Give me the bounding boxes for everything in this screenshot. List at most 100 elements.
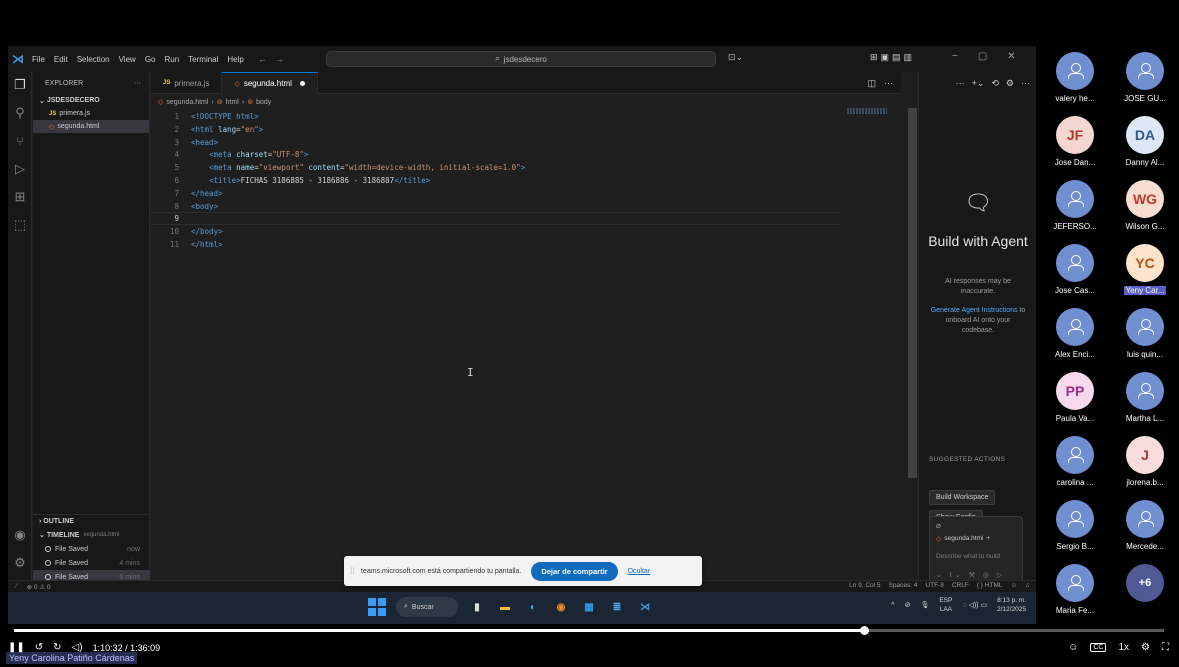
stop-sharing-button[interactable]: Dejar de compartir (531, 561, 618, 581)
code-line[interactable]: 7 </head> (151, 187, 841, 200)
participant-tile[interactable]: Jose Cas... (1042, 238, 1108, 304)
more-participants-button[interactable]: +6 (1126, 564, 1164, 602)
menu-item-help[interactable]: Help (227, 55, 243, 64)
close-icon[interactable]: ✕ (1007, 51, 1015, 62)
minimap[interactable] (847, 108, 887, 114)
gear-icon[interactable]: ⚙ (8, 552, 32, 574)
restore-icon[interactable]: ▢ (978, 51, 987, 62)
explorer-icon[interactable]: ❐ (8, 74, 32, 96)
copilot-status-icon[interactable]: ☺ (1010, 582, 1017, 589)
code-line[interactable]: 4 <meta charset="UTF-8"> (151, 148, 841, 161)
extensions-icon[interactable]: ⊞ (8, 186, 32, 208)
participant-tile[interactable]: Jjlorena.b... (1112, 430, 1178, 496)
participant-tile[interactable]: JF Jose Dan... (1042, 110, 1108, 176)
participant-tile[interactable]: JOSE GU... (1112, 46, 1178, 112)
chat-tools-icon[interactable]: ⌄ I⌄ ⚒ ◎ ▷ (936, 571, 1005, 579)
edge-icon[interactable]: ◐ (524, 598, 542, 616)
people-icon[interactable]: ☺ (1068, 642, 1078, 653)
participant-tile[interactable]: WG Wilson G... (1112, 174, 1178, 240)
indentation[interactable]: Spaces: 4 (889, 582, 918, 589)
problems-indicator[interactable]: ⊗ 0 ⚠ 0 (27, 583, 51, 591)
fullscreen-icon[interactable]: ⛶ (1162, 642, 1169, 653)
task-view-icon[interactable]: ▮ (468, 598, 486, 616)
command-center-search[interactable]: ⌕ jsdesdecero (326, 51, 716, 67)
chat-icon[interactable]: ⬚ (8, 214, 32, 236)
code-line[interactable]: 10 </body> (151, 225, 841, 238)
nav-arrows-icon[interactable]: ←→ (258, 54, 292, 64)
code-line[interactable]: 11 </html> (151, 238, 841, 251)
breadcrumb-item[interactable]: html (226, 99, 239, 106)
gear-icon[interactable]: ⚙ (1141, 642, 1150, 653)
more-icon[interactable]: ··· (956, 78, 965, 88)
gear-icon[interactable]: ⚙ (1006, 78, 1014, 89)
run-debug-icon[interactable]: ▷ (8, 158, 32, 180)
layout-controls-icon[interactable]: ⊞▣▤▥ (870, 52, 915, 63)
participant-tile[interactable]: +6 (1112, 558, 1178, 624)
microphone-icon[interactable]: 🎙 (920, 601, 929, 609)
more-icon[interactable]: ··· (1021, 78, 1030, 88)
search-icon[interactable]: ⚲ (8, 102, 32, 124)
context-file-chip[interactable]: ◇ segunda.html + (936, 535, 990, 543)
line-endings[interactable]: CRLF (952, 582, 969, 589)
code-line[interactable]: 3 <head> (151, 136, 841, 149)
generate-instructions-link[interactable]: Generate Agent Instructions (931, 307, 1018, 314)
add-context-icon[interactable]: + (986, 535, 990, 543)
account-icon[interactable]: ◉ (8, 524, 32, 546)
code-editor[interactable]: I 1 <!DOCTYPE html> 2 <html lang="en"> 3 <hea… (151, 108, 901, 580)
playback-speed[interactable]: 1x (1118, 642, 1129, 653)
menu-item-selection[interactable]: Selection (77, 55, 110, 64)
history-icon[interactable]: ⟲ (991, 78, 999, 89)
code-line[interactable]: 2 <html lang="en"> (151, 123, 841, 136)
windows-start-icon[interactable] (368, 598, 386, 616)
cursor-position[interactable]: Ln 9, Col 5 (849, 582, 880, 589)
file-item[interactable]: ◇ segunda.html (33, 120, 149, 133)
timeline-section[interactable]: ⌄ TIMELINE segunda.html (33, 528, 150, 542)
participant-tile[interactable]: DA Danny Al... (1112, 110, 1178, 176)
menu-item-run[interactable]: Run (164, 55, 179, 64)
participant-tile[interactable]: Alex Enci... (1042, 302, 1108, 368)
chrome-icon[interactable]: ◉ (552, 598, 570, 616)
menu-item-terminal[interactable]: Terminal (188, 55, 218, 64)
split-editor-icon[interactable]: ◫ (867, 78, 876, 89)
participant-tile[interactable]: Maria Fe... (1042, 558, 1108, 624)
code-line[interactable]: 6 <title>FICHAS 3186885 - 3186886 - 3186… (151, 174, 841, 187)
code-line[interactable]: 1 <!DOCTYPE html> (151, 110, 841, 123)
outline-section[interactable]: › OUTLINE (33, 514, 150, 528)
captions-icon[interactable]: CC (1090, 643, 1107, 652)
participant-tile[interactable]: carolina ... (1042, 430, 1108, 496)
participant-tile[interactable]: valery he... (1042, 46, 1108, 112)
system-clock[interactable]: 8:13 p. m. 2/12/2025 (997, 596, 1026, 614)
menu-item-go[interactable]: Go (145, 55, 156, 64)
input-language[interactable]: ESP LAA (939, 596, 952, 614)
participant-tile[interactable]: YC Yeny Car... (1112, 238, 1178, 304)
tab-primera-js[interactable]: JS primera.js (151, 72, 223, 94)
code-line[interactable]: 9 (151, 212, 841, 226)
breadcrumb-item[interactable]: segunda.html (166, 99, 208, 106)
unsaved-dot-icon[interactable] (299, 81, 305, 86)
remote-icon[interactable]: ⟋ (14, 583, 19, 591)
new-chat-icon[interactable]: +⌄ (972, 78, 985, 89)
notepad-icon[interactable]: ≣ (608, 598, 626, 616)
video-progress-handle[interactable] (859, 626, 869, 635)
timeline-item[interactable]: File Saved 4 mins (33, 556, 150, 570)
drag-handle-icon[interactable]: ⁞⁞ (344, 566, 361, 576)
file-item[interactable]: JS primera.js (33, 107, 149, 120)
chevron-up-icon[interactable]: ^ (891, 602, 894, 609)
encoding[interactable]: UTF-8 (925, 582, 943, 589)
folder-jsdesdecero[interactable]: ⌄ JSDESDECERO (33, 94, 149, 107)
menu-item-file[interactable]: File (32, 55, 45, 64)
vscode-taskbar-icon[interactable]: ⋊ (636, 598, 654, 616)
menu-item-edit[interactable]: Edit (54, 55, 68, 64)
video-progress-bar[interactable] (14, 626, 1164, 635)
minimize-icon[interactable]: − (952, 51, 958, 62)
build-workspace-button[interactable]: Build Workspace (929, 490, 996, 505)
participant-tile[interactable]: JEFERSO... (1042, 174, 1108, 240)
timeline-item[interactable]: File Saved now (33, 542, 150, 556)
bell-icon[interactable]: ♫ (1025, 582, 1030, 589)
code-line[interactable]: 8 <body> (151, 200, 841, 213)
file-explorer-icon[interactable]: ▬ (496, 598, 514, 616)
more-icon[interactable]: ··· (134, 80, 141, 87)
participant-tile[interactable]: Sergio B... (1042, 494, 1108, 560)
store-icon[interactable]: ▦ (580, 598, 598, 616)
participant-tile[interactable]: luis quin... (1112, 302, 1178, 368)
